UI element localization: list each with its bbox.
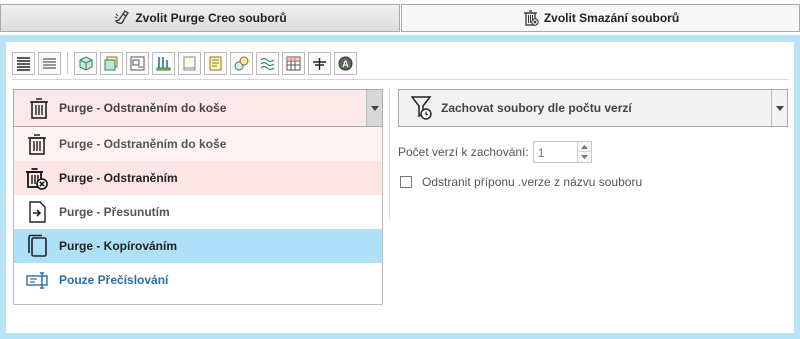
tab-delete-files-label: Zvolit Smazání souborů — [543, 11, 680, 25]
file-move-icon — [29, 201, 46, 223]
tab-purge-creo[interactable]: Zvolit Purge Creo souborů — [0, 4, 400, 32]
list-view-icon — [43, 58, 56, 68]
filter-table-button[interactable] — [282, 51, 305, 75]
filter-layout-button[interactable] — [204, 51, 227, 75]
drawing-icon — [130, 56, 145, 70]
trash-icon — [30, 98, 48, 119]
purge-mode-options: Purge - Odstraněním do koše Purge - Odst… — [13, 127, 383, 305]
version-mode-selected: Zachovat soubory dle počtu verzí — [441, 101, 632, 115]
layered-part-icon — [104, 56, 118, 70]
filter-sheetmetal-button[interactable] — [100, 51, 123, 75]
tab-purge-creo-label: Zvolit Purge Creo souborů — [135, 11, 287, 25]
stepper-buttons — [576, 142, 591, 162]
purge-option-renumber[interactable]: Pouze Přečíslování — [14, 263, 382, 297]
stepper-up-button[interactable] — [577, 142, 591, 152]
remove-suffix-label[interactable]: Odstranit příponu .verze z názvu souboru — [422, 175, 642, 189]
keep-count-value[interactable]: 1 — [538, 146, 545, 160]
filter-format-button[interactable] — [178, 51, 201, 75]
purge-option-label: Purge - Přesunutím — [59, 205, 170, 219]
keep-count-stepper[interactable]: 1 — [532, 141, 592, 163]
main-panel: A Purge - Odstraněním do koše Purge - Od… — [0, 35, 800, 339]
toolbar-divider — [12, 79, 788, 80]
filter-markup-button[interactable]: A — [334, 51, 357, 75]
column-separator — [389, 89, 390, 219]
keep-count-row: Počet verzí k zachování: 1 — [398, 141, 592, 163]
purge-mode-dropdown[interactable]: Purge - Odstraněním do koše — [13, 89, 383, 127]
pattern-icon — [260, 57, 275, 70]
toolbar-separator — [67, 52, 68, 74]
filter-layer-button[interactable] — [308, 51, 331, 75]
chevron-down-icon — [580, 155, 588, 159]
blank-sheet-icon — [183, 56, 196, 70]
purge-option-label: Purge - Odstraněním do koše — [59, 137, 227, 151]
chevron-down-icon — [370, 105, 379, 111]
trash-delete-icon — [26, 168, 48, 190]
copy-icon — [28, 234, 47, 257]
trash-icon — [523, 10, 539, 26]
svg-text:A: A — [342, 59, 349, 69]
table-icon — [286, 56, 301, 70]
trash-icon — [28, 134, 46, 155]
chevron-down-icon — [775, 105, 784, 111]
purge-option-label: Purge - Odstraněním — [59, 171, 178, 185]
purge-option-move[interactable]: Purge - Přesunutím — [14, 195, 382, 229]
assembly-icon — [156, 56, 171, 70]
family-table-icon — [234, 56, 249, 70]
notebook-icon — [209, 56, 222, 70]
content-area: A Purge - Odstraněním do koše Purge - Od… — [6, 42, 794, 333]
version-mode-dropdown[interactable]: Zachovat soubory dle počtu verzí — [398, 89, 788, 127]
filter-family-button[interactable] — [230, 51, 253, 75]
remove-suffix-checkbox[interactable] — [400, 176, 412, 188]
version-mode-dropdown-arrow[interactable] — [771, 90, 787, 126]
filter-clock-icon — [411, 96, 432, 120]
purge-option-label: Purge - Kopírováním — [59, 239, 178, 253]
format-icon: A — [338, 56, 353, 70]
list-view-button[interactable] — [38, 51, 61, 75]
stepper-down-button[interactable] — [577, 152, 591, 162]
purge-option-trash[interactable]: Purge - Odstraněním do koše — [14, 127, 382, 161]
layer-icon — [313, 57, 326, 70]
purge-option-delete[interactable]: Purge - Odstraněním — [14, 161, 382, 195]
detail-view-button[interactable] — [12, 51, 35, 75]
cube-icon — [79, 55, 93, 71]
filter-toolbar: A — [12, 50, 360, 76]
keep-count-label: Počet verzí k zachování: — [398, 145, 529, 159]
purge-option-label: Pouze Přečíslování — [59, 273, 169, 287]
filter-assembly-button[interactable] — [152, 51, 175, 75]
tab-delete-files[interactable]: Zvolit Smazání souborů — [401, 4, 800, 32]
purge-option-copy[interactable]: Purge - Kopírováním — [14, 229, 382, 263]
filter-pattern-button[interactable] — [256, 51, 279, 75]
purge-mode-dropdown-arrow[interactable] — [366, 90, 382, 126]
renumber-icon — [26, 272, 48, 289]
tab-bar: Zvolit Purge Creo souborů Zvolit Smazání… — [0, 0, 800, 35]
filter-drawing-button[interactable] — [126, 51, 149, 75]
remove-suffix-row: Odstranit příponu .verze z názvu souboru — [400, 175, 642, 189]
chevron-up-icon — [580, 144, 588, 149]
purge-mode-selected: Purge - Odstraněním do koše — [59, 101, 227, 115]
purge-brush-icon — [115, 10, 130, 24]
list-view-detail-icon — [17, 56, 30, 71]
filter-part-button[interactable] — [74, 51, 97, 75]
